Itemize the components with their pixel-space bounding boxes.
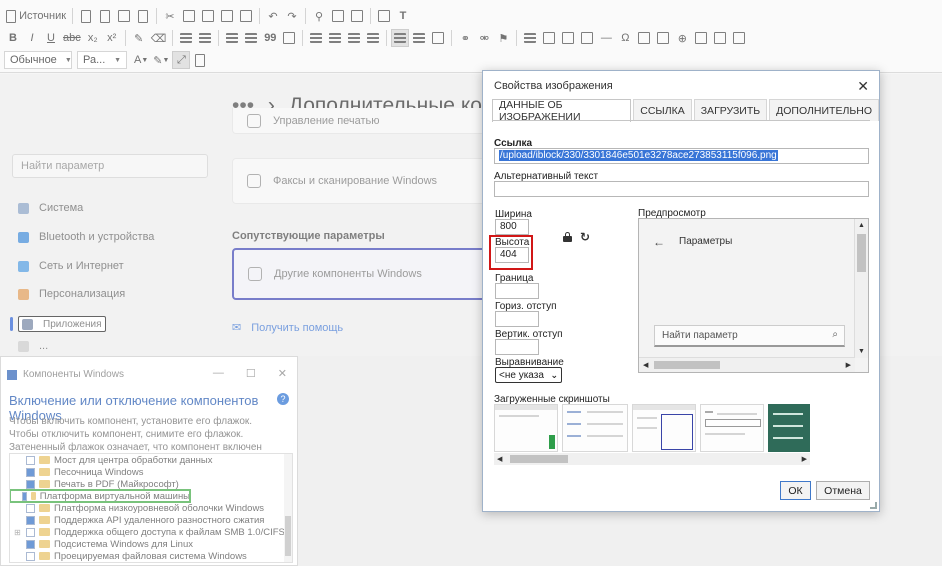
thumb-header xyxy=(495,405,557,410)
thumb-search xyxy=(705,419,761,427)
close-icon[interactable]: ✕ xyxy=(857,78,869,95)
preview-settings-title: Параметры xyxy=(679,236,733,247)
thumb-line xyxy=(567,435,581,437)
scroll-up-icon[interactable]: ▲ xyxy=(858,222,865,229)
url-input[interactable]: /upload/iblock/330/3301846e501e3278ace27… xyxy=(494,148,869,164)
back-arrow-icon: ← xyxy=(653,235,665,249)
lock-body xyxy=(563,236,572,242)
vspace-input[interactable] xyxy=(495,339,539,355)
cancel-button[interactable]: Отмена xyxy=(816,481,870,500)
screenshot-thumbnail[interactable] xyxy=(562,404,628,452)
lock-ratio-icon[interactable] xyxy=(563,232,572,242)
reset-size-icon[interactable]: ↻ xyxy=(580,230,590,244)
tab-link[interactable]: ССЫЛКА xyxy=(633,99,692,121)
thumb-line xyxy=(773,437,803,439)
scrollbar-thumb[interactable] xyxy=(654,361,720,369)
search-icon: ⌕ xyxy=(832,329,838,340)
thumb-line xyxy=(773,425,803,427)
thumb-line xyxy=(637,417,657,419)
hspace-input[interactable] xyxy=(495,311,539,327)
preview-search-text: Найти параметр xyxy=(662,330,738,341)
thumb-line xyxy=(717,413,757,415)
scroll-left-icon[interactable]: ◀ xyxy=(643,361,648,369)
dialog-tabs: ДАННЫЕ ОБ ИЗОБРАЖЕНИИ ССЫЛКА ЗАГРУЗИТЬ Д… xyxy=(492,99,879,123)
thumb-selection xyxy=(661,414,693,450)
preview-search-box: Найти параметр ⌕ xyxy=(654,325,845,347)
thumb-line xyxy=(637,427,657,429)
resize-handle-icon[interactable] xyxy=(870,502,877,509)
scrollbar-thumb[interactable] xyxy=(857,234,866,272)
screenshot-thumbnail[interactable] xyxy=(494,404,558,452)
screenshots-scrollbar[interactable]: ◀ ▶ xyxy=(494,453,810,465)
tab-advanced[interactable]: ДОПОЛНИТЕЛЬНО xyxy=(769,99,879,121)
thumb-line xyxy=(567,423,581,425)
image-preview: ← Параметры Найти параметр ⌕ ▲ ▼ ◀ ▶ xyxy=(638,218,869,373)
tab-image-info[interactable]: ДАННЫЕ ОБ ИЗОБРАЖЕНИИ xyxy=(492,99,632,123)
align-select[interactable]: <не указа ⌄ xyxy=(495,367,562,383)
thumb-line xyxy=(705,411,713,413)
chevron-down-icon: ⌄ xyxy=(550,369,558,380)
tab-divider xyxy=(492,120,870,121)
thumb-line xyxy=(773,413,803,415)
preview-vertical-scrollbar[interactable]: ▲ ▼ xyxy=(854,219,868,358)
height-input[interactable]: 404 xyxy=(495,247,529,263)
thumb-line xyxy=(587,411,623,413)
border-input[interactable] xyxy=(495,283,539,299)
thumb-line xyxy=(499,415,539,417)
thumb-accent xyxy=(549,435,555,449)
thumb-line xyxy=(587,435,623,437)
screenshot-thumbnail[interactable] xyxy=(768,404,810,452)
dialog-title: Свойства изображения xyxy=(494,80,613,92)
width-input[interactable]: 800 xyxy=(495,219,529,235)
thumb-line xyxy=(705,433,745,435)
thumb-line xyxy=(567,411,581,413)
preview-horizontal-scrollbar[interactable]: ◀ ▶ xyxy=(639,357,855,372)
screenshot-thumbnail[interactable] xyxy=(700,404,764,452)
thumb-line xyxy=(587,423,623,425)
scroll-right-icon[interactable]: ▶ xyxy=(802,455,807,463)
scroll-left-icon[interactable]: ◀ xyxy=(497,455,502,463)
url-value: /upload/iblock/330/3301846e501e3278ace27… xyxy=(499,150,778,161)
scroll-down-icon[interactable]: ▼ xyxy=(858,348,865,355)
uploaded-screenshots-strip: ◀ ▶ xyxy=(494,404,810,466)
screenshot-thumbnail[interactable] xyxy=(632,404,696,452)
thumb-header xyxy=(633,405,695,410)
tab-upload[interactable]: ЗАГРУЗИТЬ xyxy=(693,99,768,121)
scroll-right-icon[interactable]: ▶ xyxy=(846,361,851,369)
alt-text-input[interactable] xyxy=(494,181,869,197)
ok-button[interactable]: ОК xyxy=(780,481,811,500)
scrollbar-thumb[interactable] xyxy=(510,455,568,463)
align-select-value: <не указа xyxy=(499,369,544,381)
